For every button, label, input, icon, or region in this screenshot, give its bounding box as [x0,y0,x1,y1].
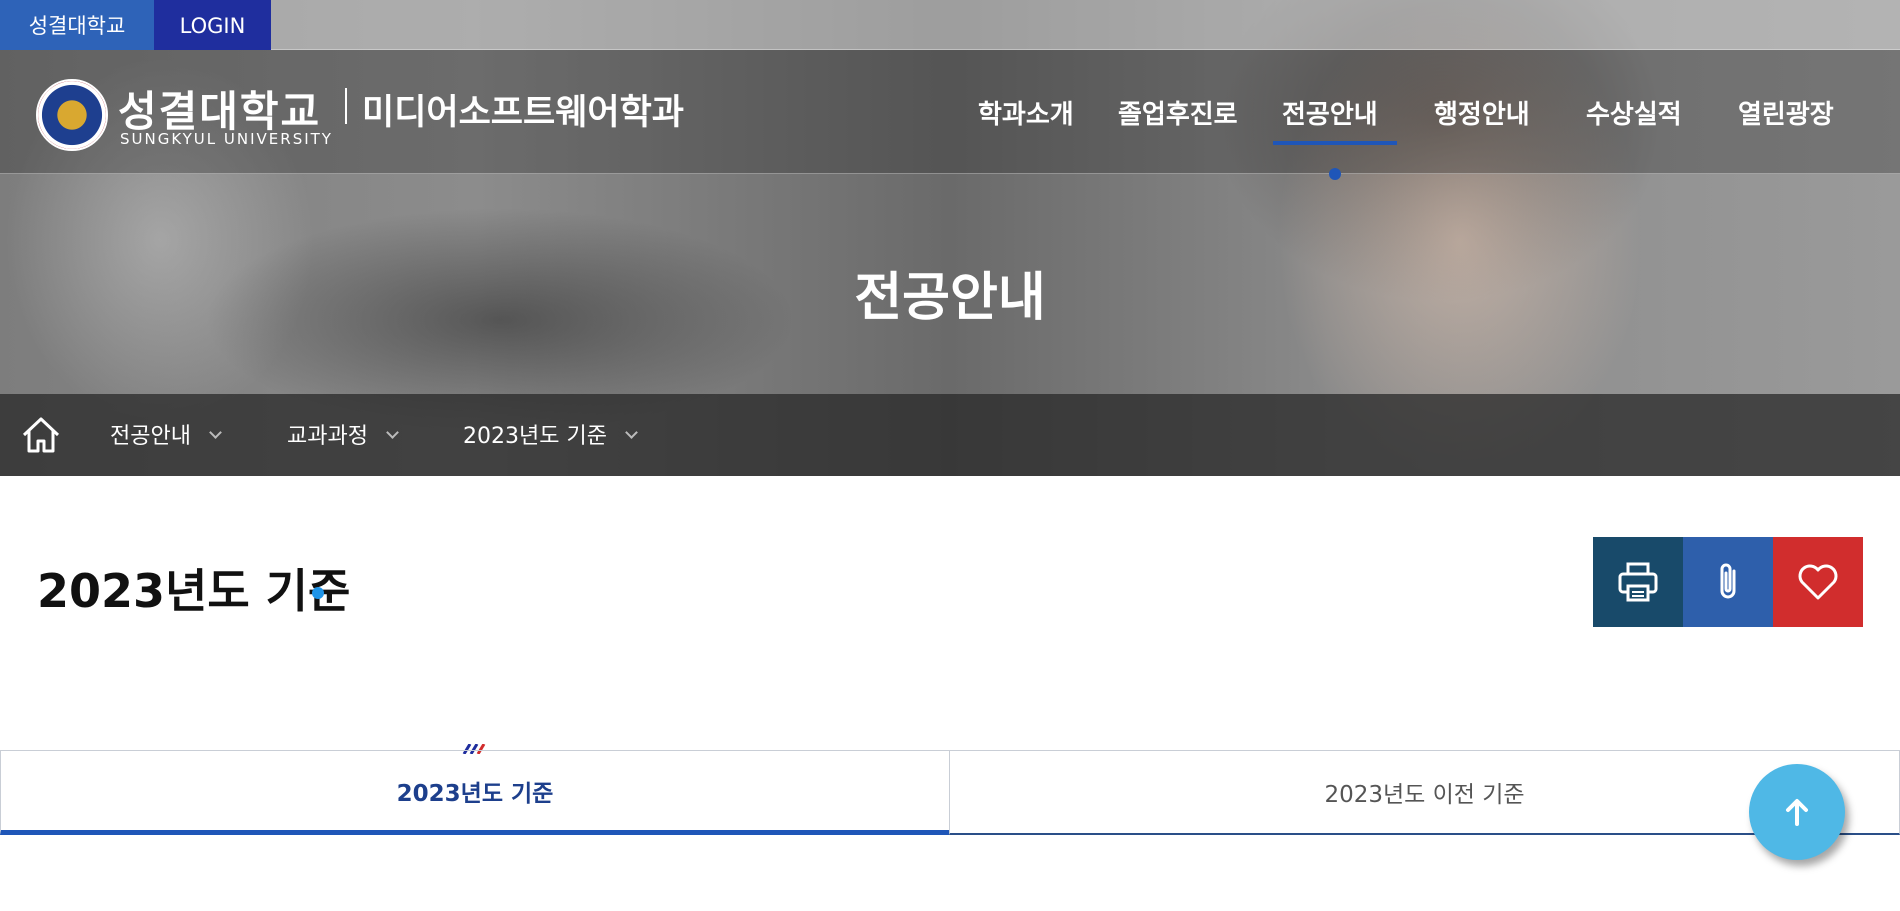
chevron-down-icon [386,426,399,439]
home-icon [22,417,60,453]
print-icon [1618,562,1658,602]
logo-divider [345,88,347,124]
scroll-top-button[interactable] [1749,764,1845,860]
print-button[interactable] [1593,537,1683,627]
login-button[interactable]: LOGIN [154,0,271,50]
nav-item-admin-guide[interactable]: 행정안내 [1434,94,1530,131]
tab-2023-standard[interactable]: 2023년도 기준 [0,750,950,835]
site-header: 성결대학교 SUNGKYUL UNIVERSITY 미디어소프트웨어학과 학과소… [0,50,1900,180]
top-bar: 성결대학교 LOGIN [0,0,1900,50]
university-emblem-icon [36,79,108,151]
chevron-down-icon [625,426,638,439]
nav-active-indicator [1273,141,1397,145]
nav-active-dot [1329,168,1341,180]
breadcrumb: 전공안내 교과과정 2023년도 기준 [0,394,1900,476]
breadcrumb-item-2023-standard[interactable]: 2023년도 기준 [463,418,638,450]
breadcrumb-item-curriculum[interactable]: 교과과정 [287,418,399,450]
nav-item-careers[interactable]: 졸업후진로 [1118,94,1238,131]
chevron-down-icon [209,426,222,439]
page-title: 2023년도 기준 [37,564,351,618]
heart-icon [1798,564,1838,600]
department-name[interactable]: 미디어소프트웨어학과 [362,84,684,135]
title-dot [312,587,324,599]
curriculum-tabs: 2023년도 기준 2023년도 이전 기준 [0,750,1900,835]
favorite-button[interactable] [1773,537,1863,627]
hero-banner: 성결대학교 LOGIN 성결대학교 SUNGKYUL UNIVERSITY 미디… [0,0,1900,476]
nav-item-dept-intro[interactable]: 학과소개 [978,94,1074,131]
arrow-up-icon [1786,799,1808,826]
breadcrumb-label: 교과과정 [287,424,368,449]
breadcrumb-label: 전공안내 [110,424,191,449]
hero-title: 전공안내 [854,268,1046,328]
university-link[interactable]: 성결대학교 [0,0,154,50]
attach-button[interactable] [1683,537,1773,627]
logo-english-text: SUNGKYUL UNIVERSITY [120,130,333,148]
breadcrumb-label: 2023년도 기준 [463,424,607,449]
nav-item-open-square[interactable]: 열린광장 [1738,94,1834,131]
nav-item-awards[interactable]: 수상실적 [1586,94,1682,131]
nav-item-major-guide[interactable]: 전공안내 [1282,94,1378,131]
paperclip-icon [1720,563,1736,599]
breadcrumb-item-major-guide[interactable]: 전공안내 [110,418,222,450]
